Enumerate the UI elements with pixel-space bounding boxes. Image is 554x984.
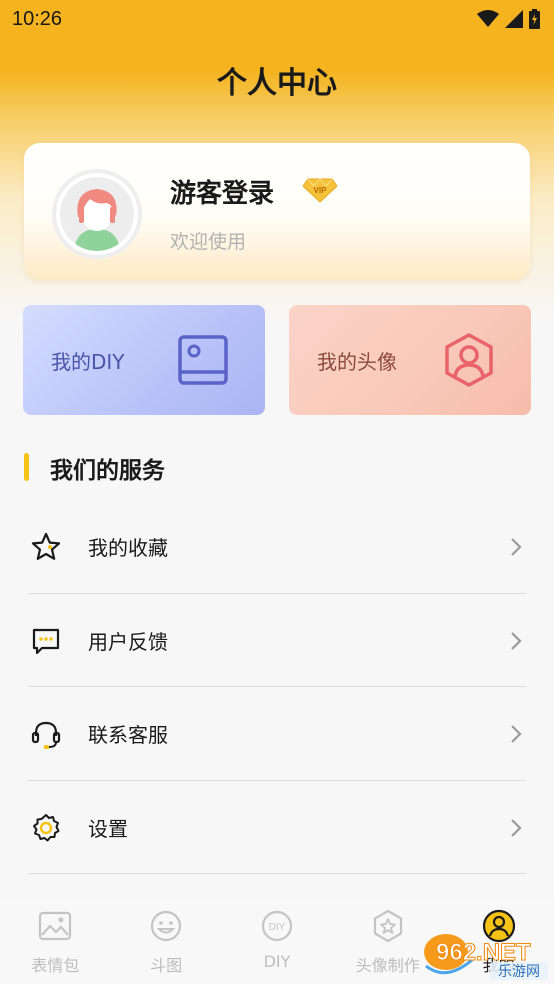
menu-item-favorites[interactable]: 我的收藏 (28, 500, 526, 593)
tab-meme-battle[interactable]: 斗图 (111, 898, 221, 984)
profile-subtitle: 欢迎使用 (170, 231, 247, 253)
tab-label: 头像制作 (355, 956, 420, 975)
status-bar: 10:26 (0, 0, 554, 38)
section-title: 我们的服务 (50, 458, 165, 484)
badge-star-icon (373, 909, 402, 943)
watermark-logo: 962.NET 乐游网 (424, 934, 548, 980)
menu-item-settings[interactable]: 设置 (28, 781, 526, 874)
divider (28, 873, 526, 874)
menu-label: 我的收藏 (88, 536, 168, 560)
page-title: 个人中心 (217, 66, 337, 101)
status-icons (477, 9, 540, 29)
vip-badge-text: VIP (314, 186, 328, 195)
avatar-illustration (60, 177, 134, 251)
chat-bubble-icon (28, 623, 64, 659)
my-diy-tile[interactable]: 我的DIY (23, 305, 265, 415)
vip-badge-icon: VIP (302, 178, 338, 203)
profile-name[interactable]: 游客登录 (170, 173, 274, 210)
my-avatar-label: 我的头像 (317, 349, 397, 374)
smiley-icon (151, 910, 182, 942)
menu-label: 设置 (88, 817, 128, 841)
menu-item-feedback[interactable]: 用户反馈 (28, 594, 526, 687)
battery-icon (529, 9, 540, 29)
gear-icon (28, 810, 64, 846)
tab-diy[interactable]: DIY DIY (222, 898, 332, 984)
star-icon (28, 529, 64, 565)
signal-icon (505, 10, 523, 28)
chevron-right-icon (511, 818, 522, 837)
diy-icon: DIY (261, 910, 293, 942)
my-diy-label: 我的DIY (51, 349, 125, 374)
section-accent-bar (24, 453, 29, 481)
user-hexagon-icon (445, 333, 493, 387)
image-icon (39, 911, 72, 941)
chevron-right-icon (511, 724, 522, 743)
tab-label: DIY (263, 952, 291, 971)
diy-icon-text: DIY (269, 922, 286, 933)
tab-label: 斗图 (150, 956, 183, 975)
chevron-right-icon (511, 537, 522, 556)
picture-frame-icon (178, 335, 228, 385)
menu-label: 联系客服 (88, 723, 168, 747)
profile-card[interactable]: 游客登录 VIP 欢迎使用 (24, 143, 530, 280)
watermark-text: 962.NET (436, 939, 531, 966)
tab-emoji-pack[interactable]: 表情包 (0, 898, 110, 984)
tab-label: 表情包 (31, 956, 80, 975)
avatar-face-icon (74, 189, 120, 251)
chevron-right-icon (511, 631, 522, 650)
menu-item-customer-service[interactable]: 联系客服 (28, 687, 526, 780)
status-time: 10:26 (12, 7, 63, 30)
wifi-icon (477, 10, 499, 27)
headset-icon (28, 716, 64, 752)
avatar[interactable] (52, 169, 142, 259)
my-avatar-tile[interactable]: 我的头像 (289, 305, 531, 415)
menu-label: 用户反馈 (88, 630, 168, 654)
watermark-sub: 乐游网 (498, 964, 540, 980)
